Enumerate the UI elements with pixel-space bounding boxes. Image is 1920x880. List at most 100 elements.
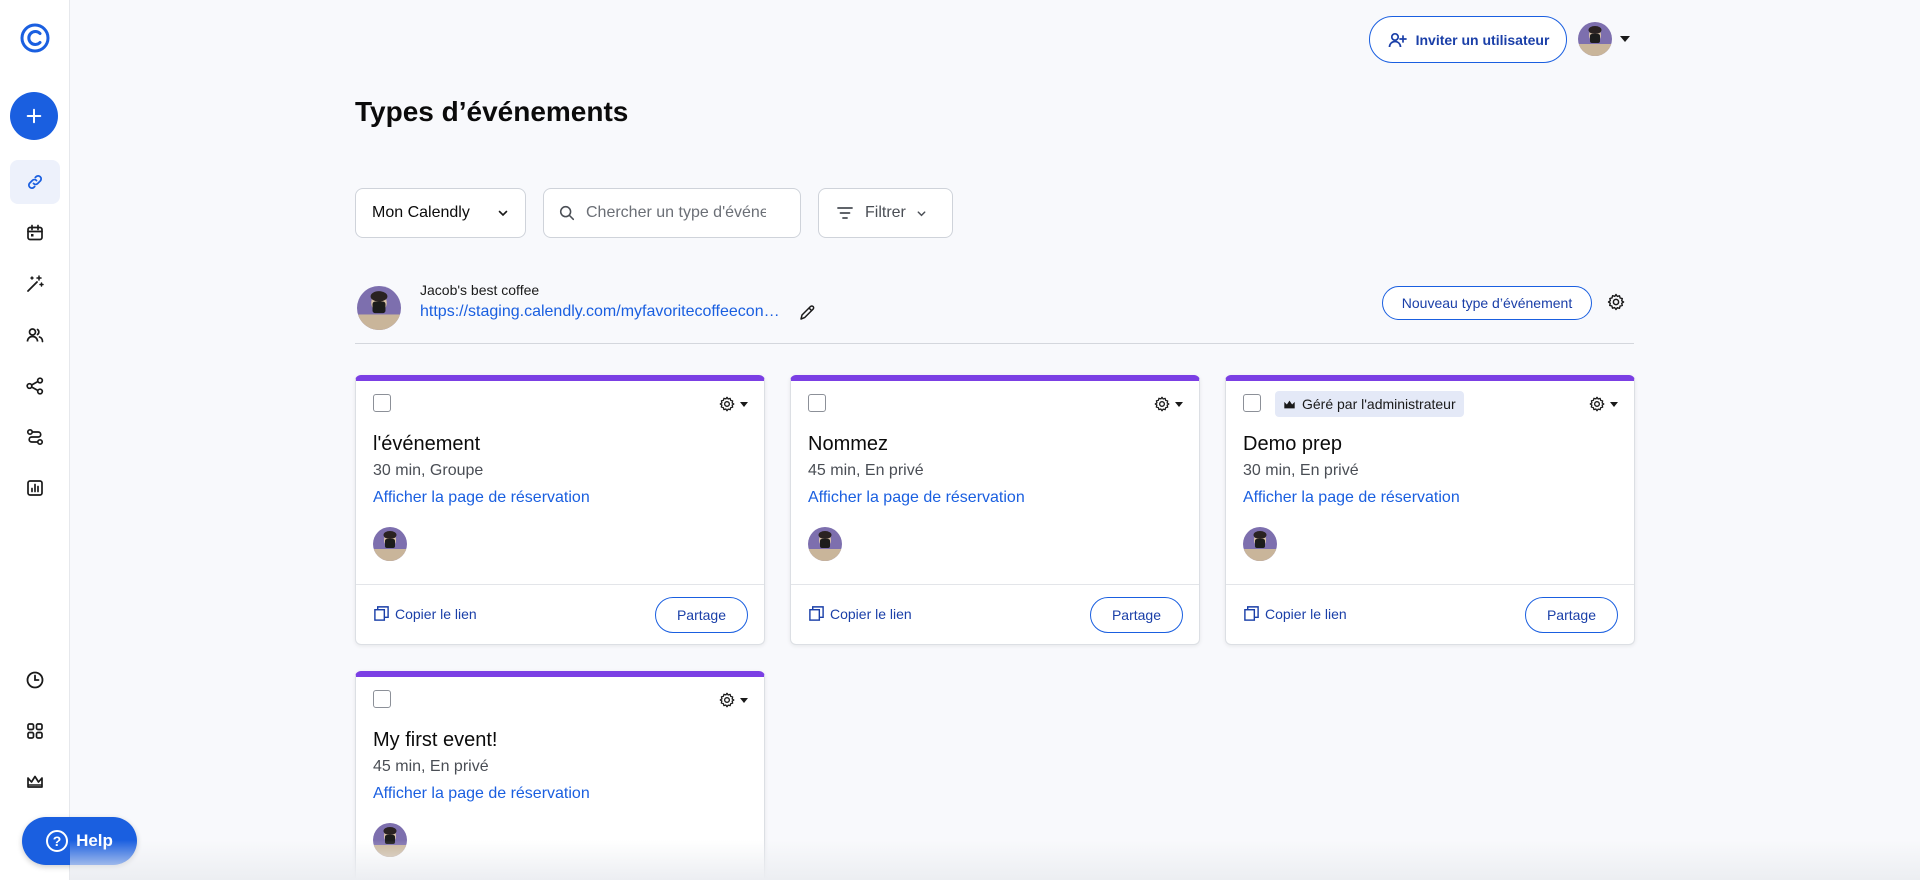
event-card[interactable]: l'événement 30 min, Groupe Afficher la p…: [355, 375, 765, 645]
event-card[interactable]: My first event! 45 min, En privé Affiche…: [355, 671, 765, 880]
host-avatar: [808, 527, 842, 561]
share-button[interactable]: Partage: [655, 597, 748, 633]
sidebar-item-routing[interactable]: [10, 415, 60, 459]
plus-icon: [26, 108, 42, 124]
gear-icon: [719, 396, 735, 412]
card-title: My first event!: [373, 729, 498, 751]
card-settings-menu[interactable]: [1153, 395, 1183, 413]
scroll-fade: [70, 840, 1920, 880]
magic-wand-icon: [27, 275, 44, 292]
filter-button[interactable]: Filtrer: [818, 188, 953, 238]
view-booking-page-link[interactable]: Afficher la page de réservation: [373, 489, 590, 507]
routing-icon: [26, 428, 44, 446]
share-button[interactable]: Partage: [1525, 597, 1618, 633]
chevron-down-icon: [917, 210, 926, 216]
calendar-select-value: Mon Calendly: [372, 204, 470, 221]
calendar-icon: [27, 224, 43, 241]
invite-user-label: Inviter un utilisateur: [1415, 31, 1550, 48]
clock-icon: [26, 671, 44, 689]
copy-icon: [809, 606, 824, 621]
owner-avatar: [357, 286, 401, 330]
pencil-icon[interactable]: [797, 303, 819, 325]
sidebar-item-analytics[interactable]: [10, 466, 60, 510]
contacts-icon: [26, 328, 44, 343]
view-booking-page-link[interactable]: Afficher la page de réservation: [373, 785, 590, 803]
view-booking-page-link[interactable]: Afficher la page de réservation: [808, 489, 1025, 507]
card-checkbox[interactable]: [373, 394, 391, 412]
calendar-select[interactable]: Mon Calendly: [355, 188, 526, 238]
card-settings-menu[interactable]: [718, 691, 748, 709]
sidebar-item-contacts[interactable]: [10, 313, 60, 357]
share-label: Partage: [1546, 607, 1597, 623]
view-booking-page-link[interactable]: Afficher la page de réservation: [1243, 489, 1460, 507]
calendly-logo-icon[interactable]: [19, 22, 51, 54]
filter-label: Filtrer: [865, 204, 906, 221]
create-button[interactable]: [10, 92, 58, 140]
sidebar-item-admin[interactable]: [10, 760, 60, 804]
integrations-icon: [26, 377, 44, 395]
card-checkbox[interactable]: [808, 394, 826, 412]
gear-icon[interactable]: [1606, 292, 1628, 314]
sidebar-item-event-types[interactable]: [10, 160, 60, 204]
sidebar-item-integrations[interactable]: [10, 364, 60, 408]
event-card[interactable]: Géré par l'administrateur Demo prep 30 m…: [1225, 375, 1635, 645]
copy-icon: [374, 606, 389, 621]
page-title: Types d’événements: [355, 96, 629, 127]
filter-icon: [837, 207, 853, 219]
search-icon: [559, 205, 575, 221]
invite-user-button[interactable]: Inviter un utilisateur: [1369, 16, 1567, 63]
analytics-icon: [27, 480, 43, 496]
share-label: Partage: [676, 607, 727, 623]
sidebar-item-availability[interactable]: [10, 658, 60, 702]
apps-grid-icon: [27, 723, 43, 739]
card-meta: 30 min, En privé: [1243, 462, 1359, 479]
owner-name: Jacob's best coffee: [420, 282, 540, 298]
copy-link-button[interactable]: Copier le lien: [808, 605, 912, 622]
card-meta: 45 min, En privé: [808, 462, 924, 479]
question-icon: ?: [46, 830, 69, 852]
card-title: Nommez: [808, 433, 889, 455]
copy-link-label: Copier le lien: [830, 605, 912, 622]
copy-link-label: Copier le lien: [1265, 605, 1347, 622]
divider: [355, 343, 1634, 344]
gear-icon: [719, 692, 735, 708]
new-event-type-button[interactable]: Nouveau type d’événement: [1382, 286, 1592, 320]
search-box[interactable]: [543, 188, 801, 238]
copy-link-label: Copier le lien: [395, 605, 477, 622]
caret-down-icon: [740, 401, 748, 407]
sidebar-item-meetings[interactable]: [10, 211, 60, 255]
sidebar-item-workflows[interactable]: [10, 262, 60, 306]
card-footer: Copier le lien Partage: [356, 584, 764, 644]
copy-link-button[interactable]: Copier le lien: [1243, 605, 1347, 622]
caret-down-icon: [1175, 401, 1183, 407]
admin-managed-label: Géré par l'administrateur: [1302, 396, 1456, 412]
admin-managed-badge: Géré par l'administrateur: [1275, 391, 1464, 417]
sidebar: [0, 0, 70, 880]
card-checkbox[interactable]: [373, 690, 391, 708]
help-label: Help: [76, 831, 113, 850]
sidebar-item-apps[interactable]: [10, 709, 60, 753]
card-settings-menu[interactable]: [718, 395, 748, 413]
card-footer: Copier le lien Partage: [791, 584, 1199, 644]
search-input[interactable]: [586, 204, 766, 222]
card-title: l'événement: [373, 433, 481, 455]
event-card[interactable]: Nommez 45 min, En privé Afficher la page…: [790, 375, 1200, 645]
copy-link-button[interactable]: Copier le lien: [373, 605, 477, 622]
host-avatar: [1243, 527, 1277, 561]
card-checkbox[interactable]: [1243, 394, 1261, 412]
new-event-type-label: Nouveau type d’événement: [1401, 295, 1573, 311]
owner-url-link[interactable]: https://staging.calendly.com/myfavoritec…: [420, 303, 780, 321]
card-settings-menu[interactable]: [1588, 395, 1618, 413]
crown-icon: [1284, 400, 1295, 408]
chevron-down-icon[interactable]: [1620, 36, 1630, 42]
share-button[interactable]: Partage: [1090, 597, 1183, 633]
help-button[interactable]: ? Help: [22, 817, 137, 865]
card-meta: 45 min, En privé: [373, 758, 489, 775]
caret-down-icon: [740, 697, 748, 703]
add-user-icon: [1388, 32, 1407, 47]
gear-icon: [1154, 396, 1170, 412]
chevron-down-icon: [498, 210, 508, 217]
card-footer: Copier le lien Partage: [1226, 584, 1634, 644]
user-avatar[interactable]: [1578, 22, 1612, 56]
host-avatar: [373, 823, 407, 857]
